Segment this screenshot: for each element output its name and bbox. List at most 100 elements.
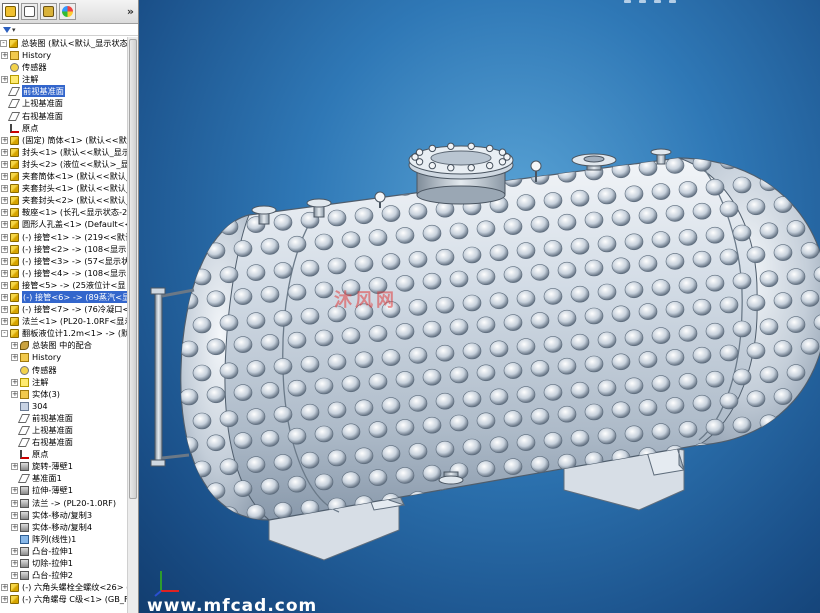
- expand-toggle[interactable]: +: [1, 596, 8, 604]
- dimple: [651, 327, 671, 344]
- scrollbar-thumb[interactable]: [129, 39, 137, 499]
- graphics-viewport[interactable]: 沐风网 www.mfcad.com: [139, 0, 820, 613]
- expand-toggle[interactable]: +: [1, 269, 8, 277]
- tree-item[interactable]: - 翻板液位计1.2m<1> -> (默: [0, 327, 127, 339]
- expand-toggle[interactable]: +: [11, 523, 18, 531]
- tree-item[interactable]: + 拉伸-薄壁1: [0, 484, 127, 496]
- feature-icon: [20, 546, 29, 556]
- tree-item[interactable]: + 实体-移动/复制3: [0, 509, 127, 521]
- chevron-down-icon[interactable]: ▾: [12, 26, 16, 34]
- tree-item[interactable]: + 夹套封头<1> (默认<<默认_: [0, 182, 127, 194]
- tree-item[interactable]: + 法兰<1> (PL20-1.0RF<显示: [0, 315, 127, 327]
- expand-toggle[interactable]: +: [1, 160, 8, 168]
- expand-toggle[interactable]: +: [11, 342, 18, 350]
- expand-toggle[interactable]: +: [11, 487, 18, 495]
- tree-item[interactable]: 阵列(线性)1: [0, 533, 127, 545]
- configuration-manager-tab[interactable]: [40, 3, 57, 20]
- expand-toggle[interactable]: +: [1, 306, 8, 314]
- expand-toggle[interactable]: +: [11, 463, 18, 471]
- expand-toggle[interactable]: -: [1, 330, 8, 338]
- expand-toggle[interactable]: -: [0, 40, 7, 47]
- expand-toggle[interactable]: +: [1, 209, 8, 217]
- expand-toggle[interactable]: +: [1, 293, 8, 301]
- tree-item[interactable]: + (-) 接管<2> -> (108<显示: [0, 243, 127, 255]
- tree-item[interactable]: + History: [0, 49, 127, 61]
- dimple: [449, 270, 469, 288]
- tree-item[interactable]: + 夹套封头<2> (默认<<默认_: [0, 194, 127, 206]
- tree-item[interactable]: + (-) 六角螺母 C级<1> (GB_F: [0, 593, 127, 605]
- tree-item[interactable]: + History: [0, 351, 127, 363]
- expand-toggle[interactable]: +: [1, 233, 8, 241]
- tree-item[interactable]: 原点: [0, 448, 127, 460]
- tank-model[interactable]: [139, 0, 820, 613]
- tree-item[interactable]: + 总装图 中的配合: [0, 339, 127, 351]
- tree-item[interactable]: 传感器: [0, 61, 127, 73]
- expand-toggle[interactable]: +: [11, 378, 18, 386]
- expand-toggle[interactable]: +: [1, 148, 8, 156]
- tree-item[interactable]: + (-) 接管<3> -> (57<显示状: [0, 255, 127, 267]
- dimple: [233, 384, 253, 401]
- tree-item[interactable]: 上视基准面: [0, 424, 127, 436]
- tree-item[interactable]: + 注解: [0, 376, 127, 388]
- tree-item[interactable]: - 总装图 (默认<默认_显示状态-1: [0, 37, 127, 49]
- tree-item[interactable]: + (-) 接管<7> -> (76冷凝口<: [0, 303, 127, 315]
- expand-toggle[interactable]: +: [1, 257, 8, 265]
- tree-item[interactable]: + 切除-拉伸1: [0, 557, 127, 569]
- tree-item[interactable]: 原点: [0, 122, 127, 134]
- tree-item[interactable]: + 鞍座<1> (长孔<显示状态-2: [0, 206, 127, 218]
- tree-item[interactable]: + (-) 六角头螺栓全螺纹<26> (: [0, 581, 127, 593]
- expand-toggle[interactable]: +: [11, 354, 18, 362]
- tree-item[interactable]: + 夹套筒体<1> (默认<<默认_: [0, 170, 127, 182]
- filter-icon[interactable]: [3, 26, 11, 33]
- tree-item[interactable]: + 法兰 -> (PL20-1.0RF): [0, 497, 127, 509]
- tree-item[interactable]: + (固定) 筒体<1> (默认<<默认: [0, 134, 127, 146]
- tree-item[interactable]: + 圆形人孔盖<1> (Default<<: [0, 218, 127, 230]
- tree-item[interactable]: + (-) 接管<1> -> (219<<默认: [0, 231, 127, 243]
- expand-toggle[interactable]: +: [1, 136, 8, 144]
- tree-item[interactable]: + (-) 接管<6> -> (89蒸汽<显: [0, 290, 127, 303]
- tree-item[interactable]: 传感器: [0, 364, 127, 376]
- expand-toggle[interactable]: +: [11, 547, 18, 555]
- expand-toggle[interactable]: +: [11, 390, 18, 398]
- tree-item[interactable]: 右视基准面: [0, 110, 127, 122]
- expand-toggle[interactable]: +: [1, 197, 8, 205]
- tree-item[interactable]: + 凸台-拉伸2: [0, 569, 127, 581]
- tree-item[interactable]: 上视基准面: [0, 97, 127, 109]
- expand-toggle[interactable]: +: [1, 76, 8, 84]
- collapse-panel-button[interactable]: »: [127, 5, 134, 18]
- part-icon: [10, 196, 19, 206]
- tree-item[interactable]: + 旋转-薄壁1: [0, 460, 127, 472]
- tree-item[interactable]: + 封头<1> (默认<<默认_显示状态-2: [0, 146, 127, 158]
- tree-item[interactable]: 基准面1: [0, 472, 127, 484]
- expand-toggle[interactable]: +: [1, 318, 8, 326]
- expand-toggle[interactable]: +: [11, 499, 18, 507]
- tree-item-label: 旋转-薄壁1: [32, 461, 73, 472]
- bolt: [467, 164, 475, 172]
- expand-toggle[interactable]: +: [1, 584, 8, 592]
- expand-toggle[interactable]: +: [1, 185, 8, 193]
- property-manager-tab[interactable]: [21, 3, 38, 20]
- dimple: [786, 316, 806, 333]
- expand-toggle[interactable]: +: [11, 560, 18, 568]
- tree-item[interactable]: 右视基准面: [0, 436, 127, 448]
- tree-item[interactable]: + 接管<5> -> (25液位计<显: [0, 279, 127, 291]
- tree-item[interactable]: 前视基准面: [0, 412, 127, 424]
- expand-toggle[interactable]: +: [11, 511, 18, 519]
- tree-item[interactable]: 304: [0, 400, 127, 412]
- tree-item[interactable]: + 实体(3): [0, 388, 127, 400]
- tree-item[interactable]: + 实体-移动/复制4: [0, 521, 127, 533]
- tree-item[interactable]: + (-) 接管<4> -> (108<显示: [0, 267, 127, 279]
- expand-toggle[interactable]: +: [1, 281, 8, 289]
- tree-item[interactable]: + 凸台-拉伸1: [0, 545, 127, 557]
- expand-toggle[interactable]: +: [11, 572, 18, 580]
- tree-scrollbar[interactable]: [127, 37, 138, 613]
- display-manager-tab[interactable]: [59, 3, 76, 20]
- tree-item[interactable]: 前视基准面: [0, 85, 127, 98]
- expand-toggle[interactable]: +: [1, 221, 8, 229]
- expand-toggle[interactable]: +: [1, 173, 8, 181]
- expand-toggle[interactable]: +: [1, 245, 8, 253]
- tree-item[interactable]: + 注解: [0, 73, 127, 85]
- tree-item[interactable]: + 封头<2> (液位<<默认>_显: [0, 158, 127, 170]
- feature-manager-tab[interactable]: [2, 3, 19, 20]
- expand-toggle[interactable]: +: [1, 52, 8, 60]
